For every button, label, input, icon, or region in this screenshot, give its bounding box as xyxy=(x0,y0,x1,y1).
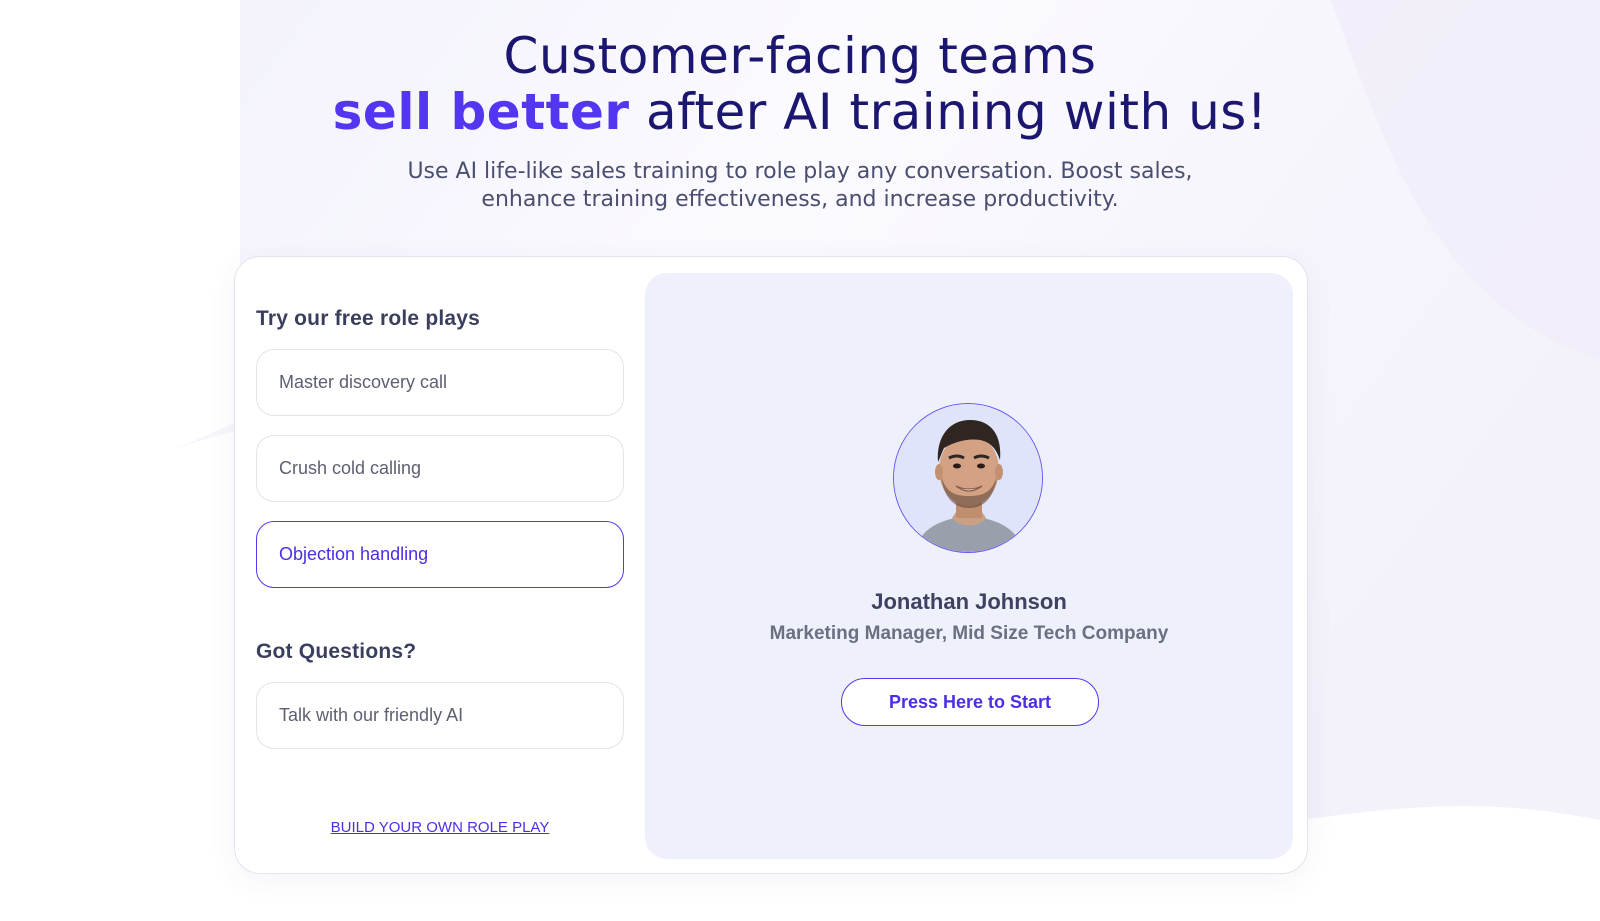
headline: Customer-facing teams sell better after … xyxy=(0,28,1600,140)
roleplay-option-objection-handling[interactable]: Objection handling xyxy=(256,521,624,588)
persona-name: Jonathan Johnson xyxy=(871,589,1067,614)
talk-with-ai-option[interactable]: Talk with our friendly AI xyxy=(256,682,624,749)
roleplay-card: Try our free role plays Master discovery… xyxy=(234,256,1308,874)
subheadline-line-2: enhance training effectiveness, and incr… xyxy=(481,187,1119,212)
headline-rest: after AI training with us! xyxy=(629,83,1268,141)
persona-role: Marketing Manager, Mid Size Tech Company xyxy=(769,623,1169,644)
start-roleplay-button[interactable]: Press Here to Start xyxy=(841,678,1099,726)
headline-line-2: sell better after AI training with us! xyxy=(0,84,1600,140)
roleplays-title: Try our free role plays xyxy=(256,307,481,330)
person-portrait-icon xyxy=(893,403,1043,553)
hero-section: Customer-facing teams sell better after … xyxy=(0,28,1600,214)
questions-title: Got Questions? xyxy=(256,640,417,663)
subheadline-line-1: Use AI life-like sales training to role … xyxy=(407,159,1193,184)
roleplay-option-cold-calling[interactable]: Crush cold calling xyxy=(256,435,624,502)
roleplay-selector-panel: Try our free role plays Master discovery… xyxy=(256,307,624,836)
headline-line-1: Customer-facing teams xyxy=(503,27,1097,85)
headline-accent: sell better xyxy=(332,83,630,141)
roleplay-option-discovery-call[interactable]: Master discovery call xyxy=(256,349,624,416)
build-own-roleplay-link[interactable]: BUILD YOUR OWN ROLE PLAY xyxy=(256,819,624,836)
persona-panel: Jonathan Johnson Marketing Manager, Mid … xyxy=(645,273,1293,859)
subheadline: Use AI life-like sales training to role … xyxy=(0,158,1600,214)
